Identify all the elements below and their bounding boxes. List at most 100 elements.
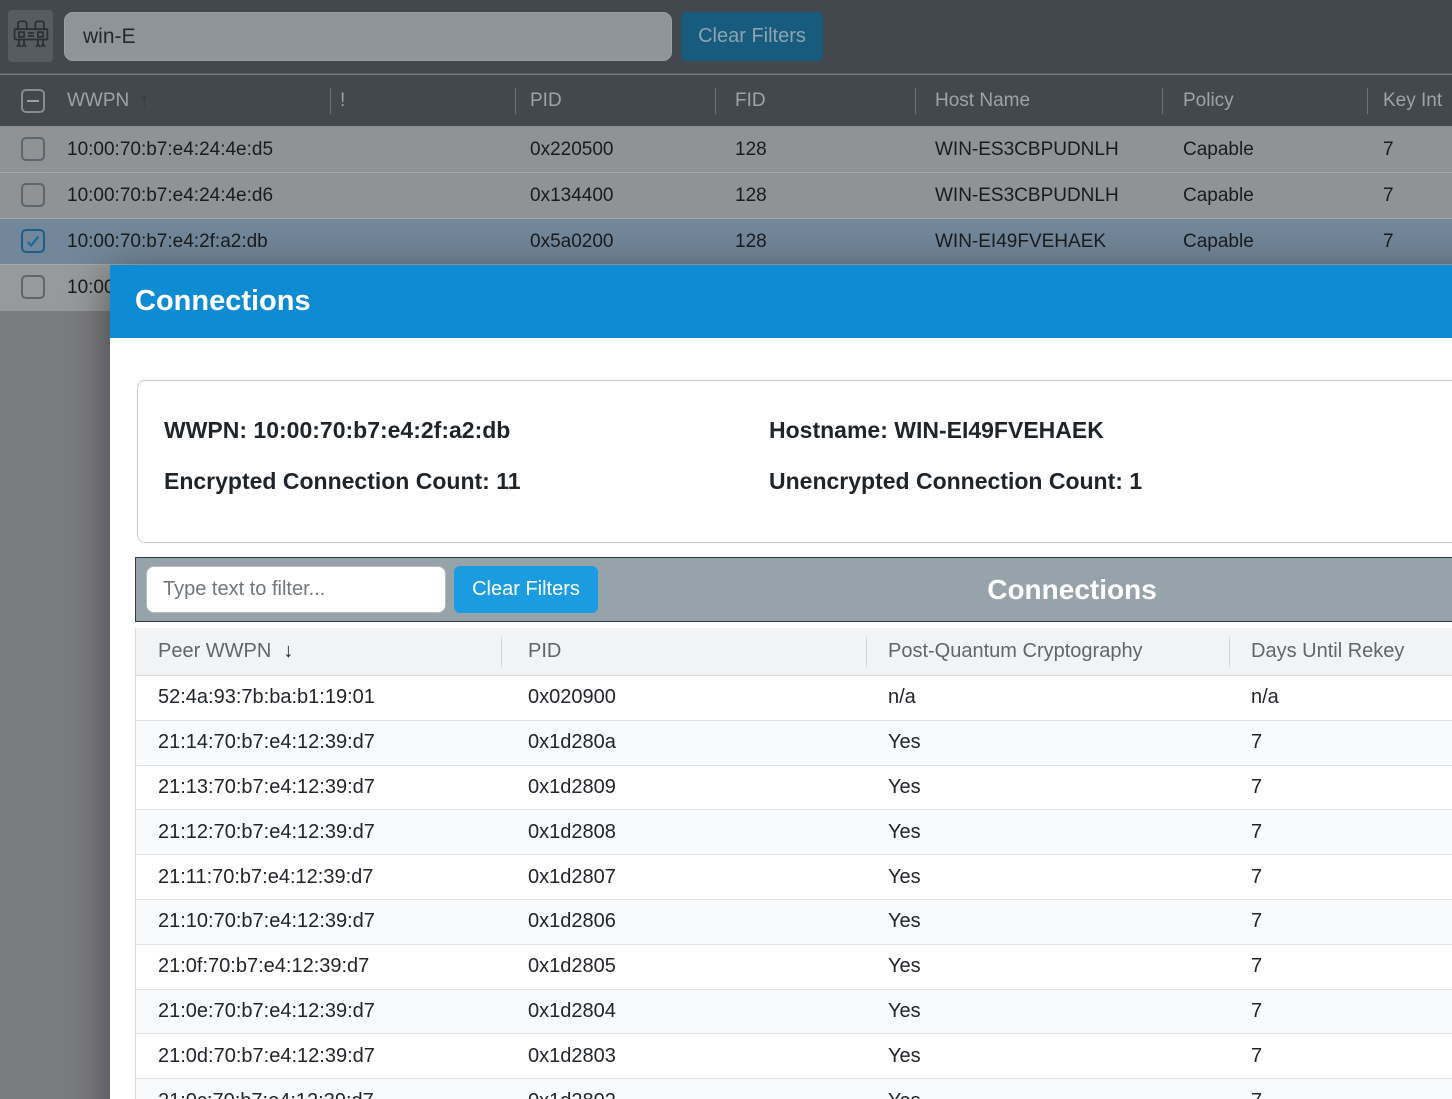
days-until-rekey-value: 7	[1229, 1034, 1452, 1078]
peer-wwpn-value: 21:13:70:b7:e4:12:39:d7	[136, 766, 501, 810]
post-quantum-cryptography-value: Yes	[866, 810, 1229, 854]
connection-row: 21:0c:70:b7:e4:12:39:d7 0x1d2802 Yes 7	[136, 1079, 1452, 1099]
peer-wwpn-value: 21:0c:70:b7:e4:12:39:d7	[136, 1079, 501, 1099]
column-header-pid[interactable]: PID	[515, 75, 715, 126]
summary-unencrypted-count: Unencrypted Connection Count: 1	[769, 468, 1452, 495]
post-quantum-cryptography-value: n/a	[866, 676, 1229, 720]
key-interval-value: 7	[1367, 219, 1452, 264]
column-header-policy[interactable]: Policy	[1162, 75, 1367, 126]
host-name-value: WIN-ES3CBPUDNLH	[915, 173, 1162, 218]
days-until-rekey-value: 7	[1229, 945, 1452, 989]
connection-row: 21:14:70:b7:e4:12:39:d7 0x1d280a Yes 7	[136, 721, 1452, 766]
post-quantum-cryptography-value: Yes	[866, 766, 1229, 810]
connections-filter-bar: Clear Filters Connections	[135, 557, 1452, 622]
fid-value: 128	[715, 173, 915, 218]
table-row[interactable]: 10:00:70:b7:e4:24:4e:d5 0x220500 128 WIN…	[0, 127, 1452, 173]
column-divider	[715, 88, 716, 114]
row-checkbox[interactable]	[21, 229, 45, 253]
connections-table-body: 52:4a:93:7b:ba:b1:19:01 0x020900 n/a n/a…	[136, 676, 1452, 1099]
pid-value: 0x1d2803	[501, 1034, 866, 1078]
pid-value: 0x1d2804	[501, 990, 866, 1034]
column-divider	[1367, 88, 1368, 114]
pid-value: 0x1d2808	[501, 810, 866, 854]
post-quantum-cryptography-value: Yes	[866, 1079, 1229, 1099]
host-name-value: WIN-ES3CBPUDNLH	[915, 127, 1162, 172]
dialog-header: Connections	[110, 265, 1452, 338]
connection-row: 21:0e:70:b7:e4:12:39:d7 0x1d2804 Yes 7	[136, 990, 1452, 1035]
column-divider	[330, 88, 331, 114]
pid-value: 0x1d2809	[501, 766, 866, 810]
column-header-peer-wwpn[interactable]: Peer WWPN ↓	[136, 628, 501, 675]
wwpn-value: 10:00:70:b7:e4:2f:a2:db	[0, 219, 330, 264]
post-quantum-cryptography-value: Yes	[866, 721, 1229, 765]
peer-wwpn-value: 21:0d:70:b7:e4:12:39:d7	[136, 1034, 501, 1078]
peer-wwpn-value: 21:0f:70:b7:e4:12:39:d7	[136, 945, 501, 989]
pid-value: 0x020900	[501, 676, 866, 720]
indeterminate-dash-icon	[27, 100, 39, 102]
post-quantum-cryptography-value: Yes	[866, 900, 1229, 944]
sort-descending-icon: ↓	[283, 640, 293, 663]
fid-value: 128	[715, 219, 915, 264]
connection-row: 21:13:70:b7:e4:12:39:d7 0x1d2809 Yes 7	[136, 766, 1452, 811]
key-interval-value: 7	[1367, 127, 1452, 172]
days-until-rekey-value: 7	[1229, 721, 1452, 765]
wwpn-value: 10:00:70:b7:e4:24:4e:d5	[0, 127, 330, 172]
connection-row: 21:0d:70:b7:e4:12:39:d7 0x1d2803 Yes 7	[136, 1034, 1452, 1079]
summary-encrypted-count: Encrypted Connection Count: 11	[164, 468, 769, 495]
column-header-pid[interactable]: PID	[501, 628, 866, 675]
peer-wwpn-value: 21:10:70:b7:e4:12:39:d7	[136, 900, 501, 944]
summary-wwpn: WWPN: 10:00:70:b7:e4:2f:a2:db	[164, 417, 769, 444]
alert-value	[330, 173, 515, 218]
background-table-header: WWPN ↑ ! PID FID Host Name Policy Key In…	[0, 75, 1452, 127]
post-quantum-cryptography-value: Yes	[866, 945, 1229, 989]
background-clear-filters-button[interactable]: Clear Filters	[681, 12, 823, 61]
column-header-wwpn[interactable]: WWPN ↑	[0, 75, 330, 126]
connection-row: 21:11:70:b7:e4:12:39:d7 0x1d2807 Yes 7	[136, 855, 1452, 900]
connections-dialog: Connections WWPN: 10:00:70:b7:e4:2f:a2:d…	[110, 265, 1452, 1099]
days-until-rekey-value: 7	[1229, 855, 1452, 899]
wwpn-value: 10:00:70:b7:e4:24:4e:d6	[0, 173, 330, 218]
background-toolbar: Clear Filters	[0, 0, 1452, 74]
row-checkbox[interactable]	[21, 137, 45, 161]
host-name-value: WIN-EI49FVEHAEK	[915, 219, 1162, 264]
pid-value: 0x220500	[515, 127, 715, 172]
table-row[interactable]: 10:00:70:b7:e4:2f:a2:db 0x5a0200 128 WIN…	[0, 219, 1452, 265]
dialog-title: Connections	[135, 285, 311, 318]
summary-hostname: Hostname: WIN-EI49FVEHAEK	[769, 417, 1452, 444]
policy-value: Capable	[1162, 127, 1367, 172]
background-search-input[interactable]	[64, 12, 672, 61]
connections-table: Peer WWPN ↓ PID Post-Quantum Cryptograph…	[135, 628, 1452, 1099]
connections-table-header: Peer WWPN ↓ PID Post-Quantum Cryptograph…	[136, 628, 1452, 676]
pid-value: 0x1d2807	[501, 855, 866, 899]
column-divider	[1162, 88, 1163, 114]
row-checkbox[interactable]	[21, 275, 45, 299]
days-until-rekey-value: 7	[1229, 990, 1452, 1034]
table-row[interactable]: 10:00:70:b7:e4:24:4e:d6 0x134400 128 WIN…	[0, 173, 1452, 219]
peer-wwpn-value: 21:0e:70:b7:e4:12:39:d7	[136, 990, 501, 1034]
row-checkbox[interactable]	[21, 183, 45, 207]
peer-wwpn-value: 21:11:70:b7:e4:12:39:d7	[136, 855, 501, 899]
post-quantum-cryptography-value: Yes	[866, 990, 1229, 1034]
alert-value	[330, 219, 515, 264]
pid-value: 0x1d2806	[501, 900, 866, 944]
column-header-fid[interactable]: FID	[715, 75, 915, 126]
fid-value: 128	[715, 127, 915, 172]
days-until-rekey-value: 7	[1229, 766, 1452, 810]
filter-text-input[interactable]	[146, 566, 446, 613]
column-header-host-name[interactable]: Host Name	[915, 75, 1162, 126]
alert-value	[330, 127, 515, 172]
days-until-rekey-value: 7	[1229, 1079, 1452, 1099]
column-divider	[515, 88, 516, 114]
sort-ascending-icon: ↑	[139, 89, 149, 112]
column-header-alert[interactable]: !	[330, 75, 515, 126]
column-header-key-interval[interactable]: Key Int	[1367, 75, 1452, 126]
column-header-post-quantum-cryptography[interactable]: Post-Quantum Cryptography	[866, 628, 1229, 675]
clear-filters-button[interactable]: Clear Filters	[454, 566, 598, 613]
pid-value: 0x5a0200	[515, 219, 715, 264]
select-all-checkbox[interactable]	[21, 89, 45, 113]
policy-value: Capable	[1162, 219, 1367, 264]
dialog-body: WWPN: 10:00:70:b7:e4:2f:a2:db Hostname: …	[110, 338, 1452, 1099]
column-divider	[915, 88, 916, 114]
column-header-days-until-rekey[interactable]: Days Until Rekey	[1229, 628, 1452, 675]
connection-summary-card: WWPN: 10:00:70:b7:e4:2f:a2:db Hostname: …	[137, 380, 1452, 543]
